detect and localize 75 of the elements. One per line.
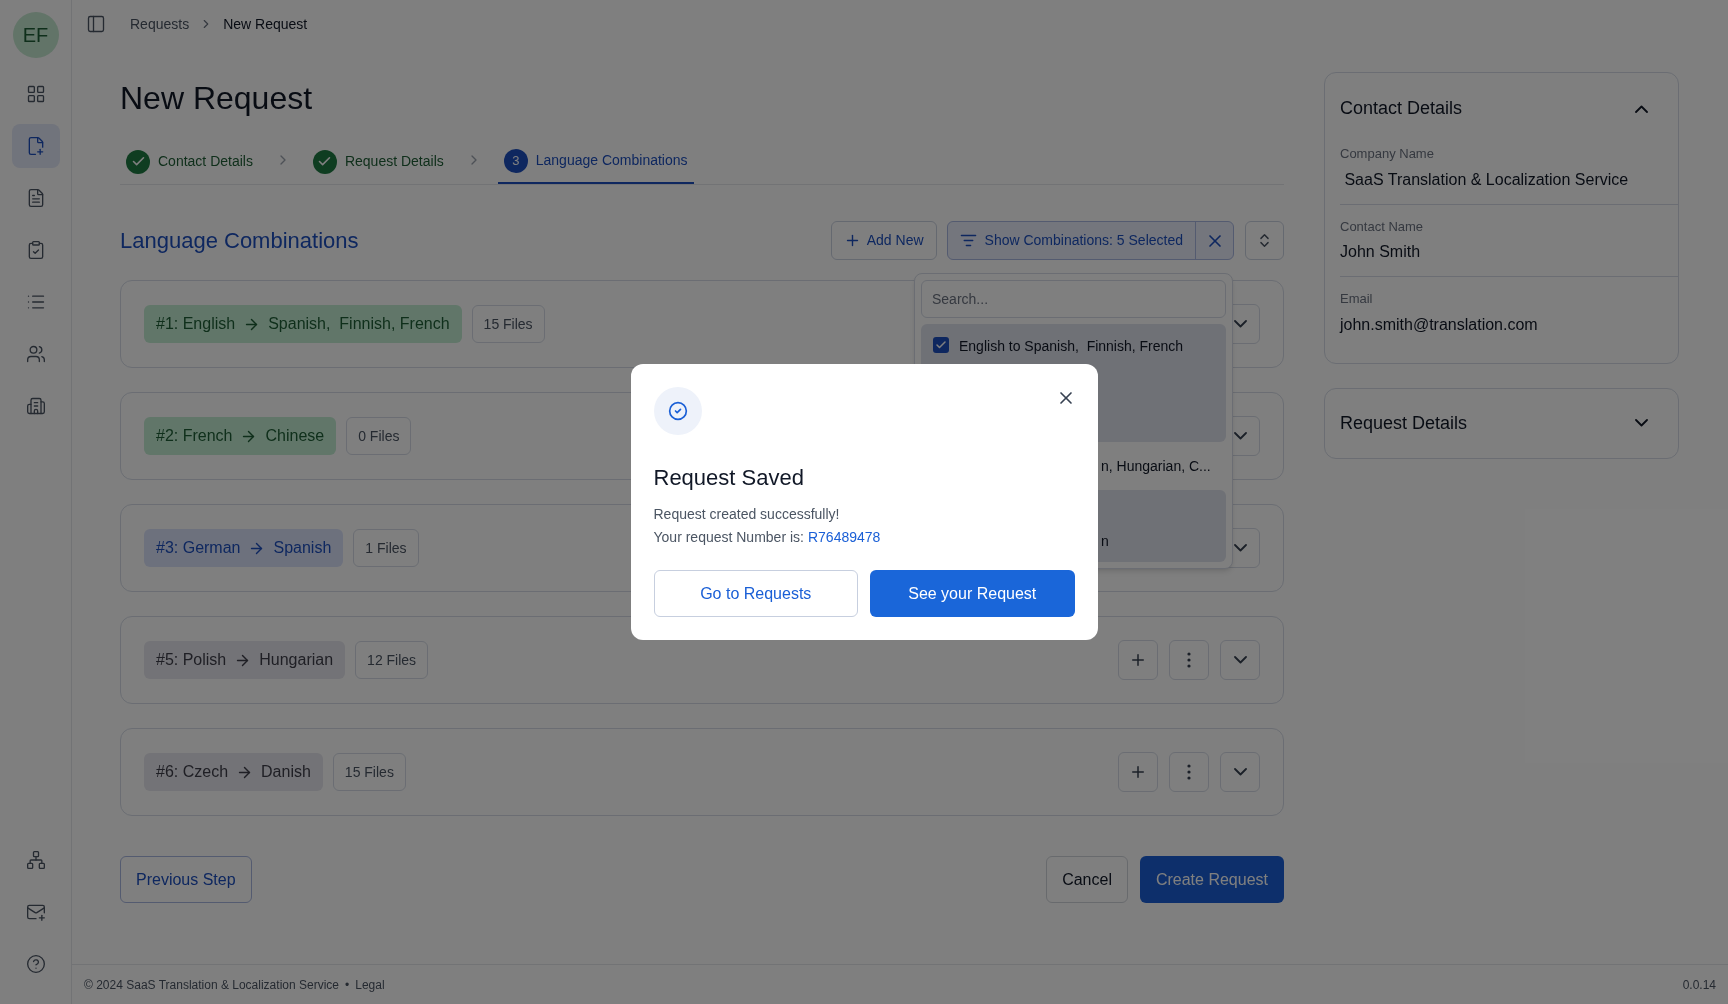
option-label: English to Spanish, Finnish, French: [959, 336, 1184, 356]
files-count: 12 Files: [355, 641, 429, 679]
request-number-link[interactable]: R76489478: [807, 527, 881, 548]
field-label: Company Name: [1340, 145, 1435, 163]
step-tab[interactable]: Contact Details: [120, 139, 259, 184]
expand-button[interactable]: [1220, 640, 1260, 680]
language-pair-tag: #6: Czech Danish: [144, 753, 323, 791]
hierarchy-icon: [25, 850, 46, 870]
step-tab[interactable]: 3 Language Combinations: [497, 139, 694, 184]
option-label: n, Hungarian, C...: [1101, 456, 1211, 476]
building-icon: [25, 396, 46, 416]
chevron-down-icon: [1233, 432, 1247, 440]
section-title: Language Combinations: [120, 227, 359, 255]
check-icon: [935, 338, 947, 351]
chevron-down-icon: [1635, 419, 1648, 427]
field-value: john.smith@translation.com: [1340, 314, 1539, 335]
language-pair-tag: #1: English Spanish, Finnish, French: [144, 305, 462, 343]
request-number-label: Your request Number is:: [653, 528, 804, 547]
field-value: John Smith: [1340, 242, 1422, 262]
step-number: 3: [503, 148, 528, 173]
dialog-title: Request Saved: [653, 464, 805, 492]
option-label: n: [1101, 532, 1109, 551]
chevron-down-icon: [1233, 768, 1247, 776]
language-pair-tag: #3: German Spanish: [144, 529, 344, 567]
users-icon: [25, 344, 46, 364]
more-icon: [1187, 764, 1191, 780]
field-label: Email: [1340, 290, 1374, 308]
add-file-button[interactable]: [1118, 640, 1158, 680]
language-pair-tag: #5: Polish Hungarian: [144, 641, 346, 679]
create-request-button[interactable]: Create Request: [1139, 856, 1284, 903]
chevron-down-icon: [1233, 544, 1247, 552]
sort-button[interactable]: [1245, 221, 1284, 260]
add-file-button[interactable]: [1118, 752, 1158, 792]
user-avatar[interactable]: EF: [12, 12, 59, 58]
plus-icon: [1129, 763, 1147, 781]
plus-icon: [1129, 651, 1147, 669]
field-value: SaaS Translation & Localization Service: [1343, 169, 1630, 190]
more-icon: [1187, 652, 1191, 668]
files-count: 1 Files: [353, 529, 419, 567]
expand-button[interactable]: [1220, 752, 1260, 792]
previous-step-button[interactable]: Previous Step: [120, 856, 252, 903]
mail-plus-icon: [25, 902, 46, 922]
breadcrumb-link[interactable]: New Request: [223, 13, 308, 35]
breadcrumb-link[interactable]: Requests: [130, 13, 190, 35]
see-request-button[interactable]: See your Request: [870, 570, 1075, 617]
chevron-down-icon: [1233, 320, 1247, 328]
cancel-button[interactable]: Cancel: [1046, 856, 1128, 903]
filter-icon: [959, 232, 977, 249]
files-count: 0 Files: [346, 417, 412, 455]
checkbox[interactable]: [933, 336, 949, 353]
filter-button[interactable]: Show Combinations: 5 Selected: [947, 222, 1195, 259]
help-icon: [25, 954, 46, 974]
language-pair-tag: #2: French Chinese: [144, 417, 337, 455]
field-label: Contact Name: [1340, 217, 1425, 236]
filter-control[interactable]: Show Combinations: 5 Selected: [946, 221, 1234, 260]
success-check-icon: [653, 387, 702, 435]
separator-dot: •: [345, 976, 350, 994]
sidebar-item[interactable]: [11, 124, 60, 168]
dialog-message: Request created successfully!: [653, 505, 841, 524]
step-tab[interactable]: Request Details: [306, 139, 450, 184]
card-header[interactable]: Request Details: [1340, 409, 1663, 437]
version-text: 0.0.14: [1682, 976, 1716, 994]
copyright-text: © 2024 SaaS Translation & Localization Service: [84, 976, 339, 994]
files-count: 15 Files: [471, 305, 545, 343]
go-to-requests-button[interactable]: Go to Requests: [653, 570, 858, 617]
card-header[interactable]: Contact Details: [1340, 95, 1663, 122]
search-field[interactable]: Search...: [921, 280, 1226, 318]
legal-link[interactable]: Legal: [355, 975, 385, 994]
chevron-up-icon: [1635, 104, 1648, 113]
files-count: 15 Files: [332, 753, 406, 791]
page-title: New Request: [120, 79, 314, 118]
add-new-button[interactable]: Add New: [830, 221, 937, 260]
dashboard-icon: [25, 84, 46, 104]
sidebar-toggle-icon[interactable]: [86, 14, 106, 34]
chevron-down-icon: [1233, 656, 1247, 664]
